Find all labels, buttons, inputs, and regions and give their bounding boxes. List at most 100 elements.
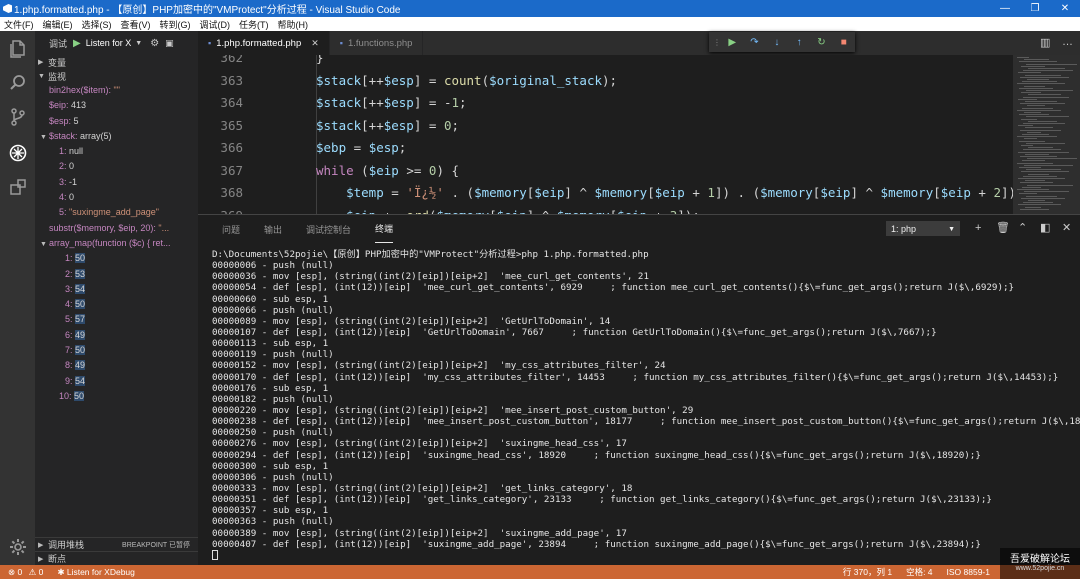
array-map-item[interactable]: 5: 57 [49, 312, 198, 327]
new-terminal-icon[interactable]: + [975, 222, 981, 235]
tab-debug-console[interactable]: 调试控制台 [306, 215, 351, 243]
minimap-line [1028, 94, 1061, 96]
tab-terminal[interactable]: 终端 [375, 215, 394, 243]
minimap-line [1019, 193, 1037, 195]
debug-config-select[interactable]: Listen for X [86, 38, 132, 48]
toggle-panel-icon[interactable]: ◧ [1040, 222, 1050, 235]
code-editor[interactable]: 362} 363 $stack[++$esp] = count($original_… [198, 55, 1013, 214]
line-number: 367 [220, 162, 243, 178]
restart-icon[interactable]: ↻ [810, 37, 832, 48]
step-out-icon[interactable]: ↑ [788, 37, 810, 48]
terminal-select[interactable]: 1: php ▼ [886, 221, 960, 236]
minimap-line [1027, 184, 1073, 186]
terminal-output[interactable]: D:\Documents\52pojie\【原创】PHP加密中的"VMProte… [212, 249, 1080, 561]
code-line[interactable]: 369 $eip += ord($memory[$eip] ^ $memory[… [198, 205, 1013, 215]
menu-goto[interactable]: 转到(G) [160, 18, 191, 31]
tab-output[interactable]: 输出 [264, 215, 282, 243]
continue-icon[interactable]: ▶ [721, 37, 743, 48]
minimap[interactable] [1013, 55, 1080, 214]
step-into-icon[interactable]: ↓ [766, 37, 788, 48]
minimap-line [1026, 63, 1077, 65]
indentation[interactable]: 空格: 4 [906, 566, 932, 578]
chevron-down-icon[interactable]: ▼ [135, 40, 142, 47]
cursor-position[interactable]: 行 370，列 1 [843, 566, 892, 578]
start-debugging-icon[interactable]: ▶ [73, 38, 81, 49]
encoding[interactable]: ISO 8859-1 [947, 567, 990, 577]
maximize-panel-icon[interactable]: ⌃ [1018, 222, 1027, 235]
files-icon[interactable] [0, 33, 35, 65]
code-line[interactable]: 365 $stack[++$esp] = 0; [198, 115, 1013, 138]
code-line[interactable]: 364 $stack[++$esp] = -1; [198, 92, 1013, 115]
errors-indicator[interactable]: ⊗ 0 ⚠ 0 [8, 567, 43, 578]
watch-list: bin2hex($item): "" $eip: 413 $esp: 5 ▼ $stac… [35, 83, 198, 404]
array-map-item[interactable]: 8: 49 [49, 358, 198, 373]
call-stack-section-header[interactable]: ▶ 调用堆栈 BREAKPOINT 已暂停 [35, 537, 198, 551]
watch-item-stack[interactable]: ▼ $stack: array(5) [40, 129, 198, 144]
array-map-item[interactable]: 10: 50 [49, 389, 198, 404]
trash-icon[interactable]: 🗑 [996, 222, 1010, 235]
close-panel-icon[interactable]: ✕ [1062, 222, 1071, 235]
close-button[interactable]: ✕ [1050, 0, 1080, 17]
tab-1-functions[interactable]: ▪ 1.functions.php [329, 31, 424, 55]
more-actions-icon[interactable]: … [1062, 36, 1073, 48]
variables-section-header[interactable]: ▶ 变量 [35, 55, 198, 69]
stack-item[interactable]: 1: null [49, 144, 198, 159]
array-map-item[interactable]: 7: 50 [49, 343, 198, 358]
array-map-item[interactable]: 3: 54 [49, 282, 198, 297]
debug-config-status[interactable]: ✱ Listen for XDebug [57, 567, 135, 578]
stack-item[interactable]: 3: -1 [49, 175, 198, 190]
code-line[interactable]: 362} [198, 55, 1013, 70]
minimap-line [1025, 180, 1045, 182]
gear-icon[interactable]: ⚙ [150, 38, 159, 49]
line-number: 366 [220, 140, 243, 155]
watch-item[interactable]: $eip: 413 [49, 98, 198, 113]
search-icon[interactable] [0, 67, 35, 99]
array-map-item[interactable]: 9: 54 [49, 374, 198, 389]
settings-gear-icon[interactable] [0, 531, 35, 563]
debug-console-icon[interactable]: ▣ [165, 38, 174, 49]
watch-item[interactable]: $esp: 5 [49, 114, 198, 129]
code-line[interactable]: 368 $temp = 'Ï¿½' . ($memory[$eip] ^ $me… [198, 182, 1013, 205]
menu-edit[interactable]: 编辑(E) [43, 18, 73, 31]
debug-icon[interactable] [0, 137, 35, 169]
stack-item[interactable]: 4: 0 [49, 190, 198, 205]
close-icon[interactable]: ✕ [311, 38, 319, 49]
watch-item-substr[interactable]: substr($memory, $eip, 20): "... [49, 221, 198, 236]
code-line[interactable]: 366 $ebp = $esp; [198, 137, 1013, 160]
breakpoints-section-header[interactable]: ▶ 断点 [35, 551, 198, 565]
array-map-item[interactable]: 4: 50 [49, 297, 198, 312]
watch-item[interactable]: bin2hex($item): "" [49, 83, 198, 98]
step-over-icon[interactable]: ↷ [743, 37, 765, 48]
line-number: 362 [220, 55, 243, 65]
code-line[interactable]: 367 while ($eip >= 0) { [198, 160, 1013, 183]
maximize-button[interactable]: ❐ [1020, 0, 1050, 17]
terminal-cursor-line[interactable] [212, 550, 1072, 561]
chevron-down-icon: ▼ [948, 226, 955, 233]
code-line[interactable]: 363 $stack[++$esp] = count($original_stac… [198, 70, 1013, 93]
extensions-icon[interactable] [0, 171, 35, 203]
minimap-line [1028, 147, 1053, 149]
array-map-item[interactable]: 6: 49 [49, 328, 198, 343]
stack-item[interactable]: 5: "suxingme_add_page" [49, 205, 198, 220]
menu-tasks[interactable]: 任务(T) [239, 18, 269, 31]
array-map-item[interactable]: 1: 50 [49, 251, 198, 266]
tab-1-php-formatted[interactable]: ▪ 1.php.formatted.php ✕ [198, 31, 330, 55]
drag-handle-icon[interactable]: ⋮ [713, 38, 721, 47]
line-number: 365 [220, 117, 243, 133]
menu-selection[interactable]: 选择(S) [82, 18, 112, 31]
stack-item[interactable]: 2: 0 [49, 159, 198, 174]
source-control-icon[interactable] [0, 101, 35, 133]
split-editor-icon[interactable]: ▥ [1040, 36, 1050, 49]
stop-icon[interactable]: ■ [833, 37, 855, 48]
array-map-item[interactable]: 2: 53 [49, 267, 198, 282]
minimap-line [1026, 90, 1073, 91]
watch-item-array-map[interactable]: ▼ array_map(function ($c) { ret... [40, 236, 198, 251]
menu-debug[interactable]: 调试(D) [200, 18, 231, 31]
minimap-line [1017, 57, 1029, 58]
watch-section-header[interactable]: ▼ 监视 [35, 69, 198, 83]
menu-help[interactable]: 帮助(H) [278, 18, 309, 31]
tab-problems[interactable]: 问题 [222, 215, 240, 243]
menu-file[interactable]: 文件(F) [4, 18, 34, 31]
menu-view[interactable]: 查看(V) [121, 18, 151, 31]
minimize-button[interactable]: — [990, 0, 1020, 17]
